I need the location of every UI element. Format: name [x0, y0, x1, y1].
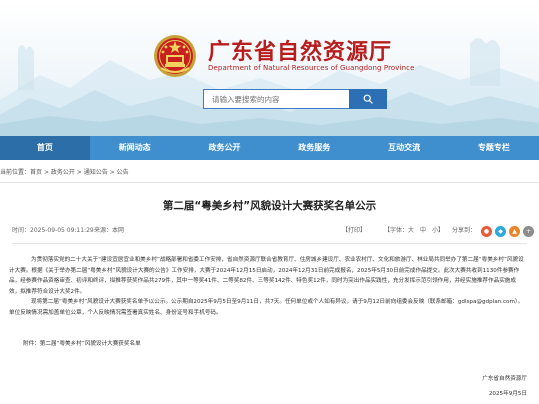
breadcrumb-link-notices[interactable]: 通知公告 — [84, 169, 108, 176]
share-weibo-icon[interactable]: ◆ — [495, 226, 506, 237]
article-source: 来源：本网 — [94, 227, 125, 234]
breadcrumb: 当前位置：首页 > 政务公开 > 通知公告 > 公告 — [0, 167, 539, 179]
breadcrumb-link-gov-info[interactable]: 政务公开 — [51, 169, 75, 176]
site-title: 广东省自然资源厅 — [208, 39, 393, 65]
article-paragraph: 为贯彻落实党的二十大关于“建设宜居宜业和美乡村”战略部署和省委工作安排，省自然资… — [9, 257, 524, 295]
nav-item-news[interactable]: 新闻动态 — [90, 136, 180, 160]
site-header: 广东省自然资源厅 Department of Natural Resources… — [0, 0, 539, 136]
breadcrumb-link-announcement[interactable]: 公告 — [117, 169, 129, 176]
signature-date: 2025年9月5日 — [488, 391, 527, 397]
search-input[interactable] — [203, 89, 349, 109]
article-body: 为贯彻落实党的二十大关于“建设宜居宜业和美乡村”战略部署和省委工作安排，省自然资… — [9, 255, 527, 318]
share-qq-icon[interactable]: ▲ — [509, 226, 520, 237]
nav-item-interaction[interactable]: 互动交流 — [359, 136, 449, 160]
share-more-icon[interactable]: + — [523, 226, 534, 237]
divider — [0, 182, 539, 183]
publish-time: 时间：2025-09-05 09:11:29 — [12, 227, 94, 234]
divider — [12, 243, 527, 244]
nav-item-topics[interactable]: 专题专栏 — [449, 136, 539, 160]
attachment-link[interactable]: 附件：第二届“粤美乡村”风貌设计大赛获奖名单 — [23, 339, 141, 347]
search-icon — [363, 94, 373, 104]
article-title: 第二届“粤美乡村”风貌设计大赛获奖名单公示 — [162, 200, 377, 212]
nav-item-gov-service[interactable]: 政务服务 — [269, 136, 359, 160]
breadcrumb-link-home[interactable]: 首页 — [30, 169, 42, 176]
article-meta: 时间：2025-09-05 09:11:29 来源：本网 【打印】 【字体：大 … — [12, 224, 534, 238]
national-emblem-icon — [154, 35, 196, 77]
breadcrumb-separator: > — [107, 169, 117, 176]
breadcrumb-prefix: 当前位置： — [0, 169, 31, 176]
signature-org: 广东省自然资源厅 — [482, 376, 527, 382]
print-link[interactable]: 【打印】 — [342, 224, 366, 238]
breadcrumb-separator: > — [42, 169, 51, 176]
search-button[interactable] — [349, 89, 387, 109]
share-label: 分享到： — [452, 227, 477, 234]
share-wechat-icon[interactable]: ● — [481, 226, 492, 237]
nav-item-gov-info[interactable]: 政务公开 — [180, 136, 270, 160]
site-subtitle: Department of Natural Resources of Guang… — [208, 64, 415, 72]
font-size-selector[interactable]: 【字体：大 中 小】 — [384, 224, 444, 238]
nav-item-home[interactable]: 首页 — [0, 136, 90, 160]
breadcrumb-separator: > — [74, 169, 84, 176]
main-nav: 首页 新闻动态 政务公开 政务服务 互动交流 专题专栏 — [0, 136, 539, 160]
article-paragraph: 现将第二届“粤美乡村”风貌设计大赛获奖名单予以公示。公示期自2025年9月5日至… — [9, 299, 524, 316]
